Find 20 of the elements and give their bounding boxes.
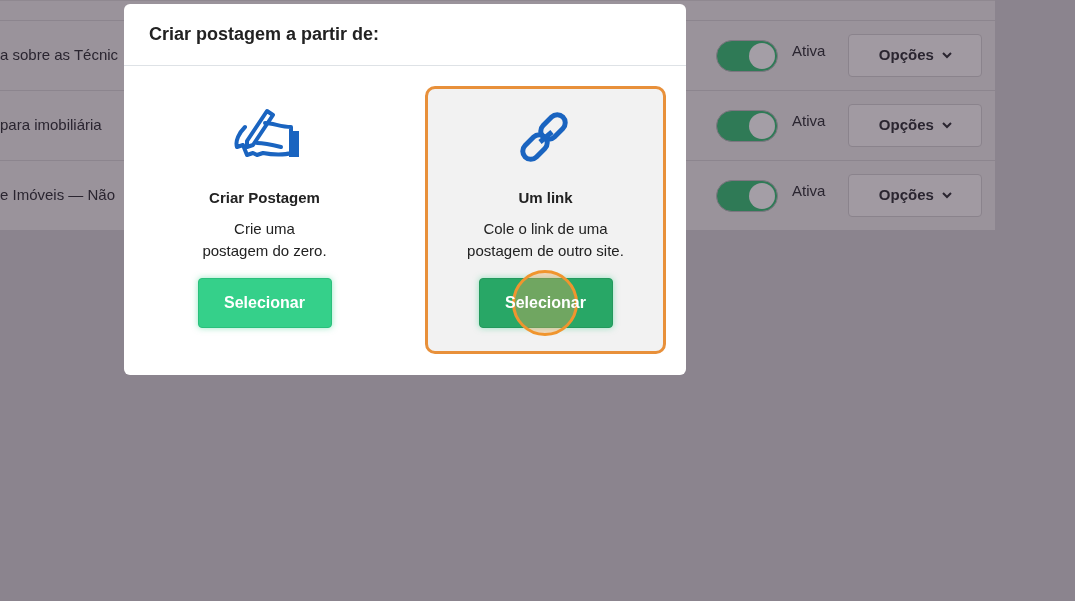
options-button[interactable]: Opções (848, 174, 983, 217)
caret-icon (941, 192, 952, 199)
options-button[interactable]: Opções (848, 104, 983, 147)
option-description: Cole o link de uma postagem de outro site. (467, 218, 624, 261)
post-title: a sobre as Técnic (0, 45, 120, 66)
option-title: Um link (518, 188, 573, 208)
options-button[interactable]: Opções (848, 34, 983, 77)
status-label: Ativa (792, 181, 826, 202)
caret-icon (941, 122, 952, 129)
toggle-switch[interactable] (716, 39, 778, 72)
option-title: Criar Postagem (209, 188, 320, 208)
post-title: e Imóveis — Não (0, 185, 117, 206)
toggle-switch[interactable] (716, 179, 778, 212)
status-label: Ativa (792, 41, 826, 62)
toggle-switch[interactable] (716, 109, 778, 142)
post-title: para imobiliária (0, 115, 103, 136)
caret-icon (941, 52, 952, 59)
option-description: Crie uma postagem do zero. (202, 218, 327, 261)
status-label: Ativa (792, 111, 826, 132)
modal-title: Criar postagem a partir de: (124, 4, 686, 66)
